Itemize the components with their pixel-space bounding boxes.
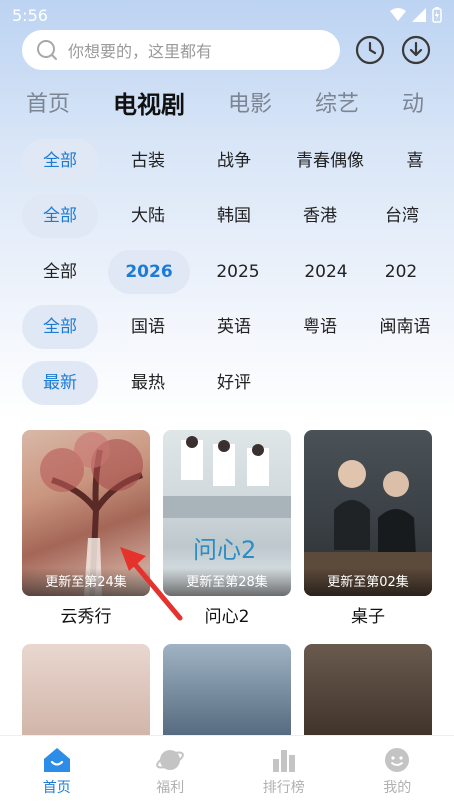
planet-icon [156,749,185,770]
drama-card[interactable] [163,644,291,744]
poster-image: 更新至第24集 [22,430,150,596]
filter-chip[interactable]: 大陆 [98,194,198,238]
filter-chip[interactable]: 全部 [22,139,98,183]
language-filter-row: 全部 国语 英语 粤语 闽南语 [22,305,440,349]
drama-card[interactable]: 问心2 更新至第28集 问心2 [163,430,291,627]
year-filter-row: 全部 2026 2025 2024 202 [22,250,436,294]
nav-profile-label: 我的 [383,779,412,796]
update-label: 更新至第28集 [163,568,291,596]
poster-image [163,644,291,744]
svg-text:问心2: 问心2 [193,536,256,564]
battery-icon [432,7,442,23]
drama-card[interactable]: 更新至第02集 桌子 [304,430,432,627]
search-row: 你想要的，这里都有 [22,30,440,70]
sort-filter-row: 最新 最热 好评 [22,361,270,405]
nav-welfare-label: 福利 [156,779,185,796]
filter-chip[interactable]: 战争 [198,139,270,183]
nav-ranking[interactable]: 排行榜 [234,747,334,797]
filter-chip[interactable]: 全部 [22,250,98,294]
filter-chip[interactable]: 好评 [198,361,270,405]
filter-chip[interactable]: 台湾 [370,194,434,238]
wifi-icon [390,8,406,21]
filter-chip[interactable]: 闽南语 [370,305,440,349]
drama-card[interactable] [304,644,432,744]
drama-card[interactable]: 更新至第24集 云秀行 [22,430,150,627]
home-icon [43,747,70,772]
search-placeholder: 你想要的，这里都有 [68,42,213,61]
drama-title: 云秀行 [60,607,112,627]
history-button[interactable] [354,30,386,70]
nav-profile[interactable]: 我的 [347,747,447,797]
filter-chip[interactable]: 全部 [22,305,98,349]
drama-title: 问心2 [204,607,250,627]
tab-variety[interactable]: 综艺 [315,86,359,118]
genre-filter-row: 全部 古装 战争 青春偶像 喜 [22,139,440,183]
drama-title: 桌子 [351,607,385,627]
filter-chip[interactable]: 2024 [286,250,366,294]
filter-chip[interactable]: 英语 [198,305,270,349]
filter-chip[interactable]: 2025 [190,250,286,294]
filter-chip[interactable]: 喜 [390,139,440,183]
tab-tv-series[interactable]: 电视剧 [113,85,185,120]
filter-chip[interactable]: 2026 [108,250,190,294]
bar-chart-icon [272,749,295,772]
filter-chip[interactable]: 最新 [22,361,98,405]
region-filter-row: 全部 大陆 韩国 香港 台湾 [22,194,434,238]
tab-movies[interactable]: 电影 [228,86,272,118]
status-icons [390,7,442,23]
clock-icon [355,35,385,65]
nav-welfare[interactable]: 福利 [120,747,220,797]
poster-image: 问心2 更新至第28集 [163,430,291,596]
update-label: 更新至第24集 [22,568,150,596]
category-tabs: 首页 电视剧 电影 综艺 动 [26,82,454,122]
filter-chip[interactable]: 青春偶像 [270,139,390,183]
nav-home-label: 首页 [42,779,71,796]
filter-chip[interactable]: 最热 [98,361,198,405]
filter-chip[interactable]: 国语 [98,305,198,349]
filter-chip[interactable]: 202 [366,250,436,294]
filter-chip[interactable]: 古装 [98,139,198,183]
filter-chip[interactable]: 全部 [22,194,98,238]
status-bar: 5:56 [0,0,454,30]
nav-home[interactable]: 首页 [7,747,107,797]
poster-image [22,644,150,744]
filter-chip[interactable]: 粤语 [270,305,370,349]
tab-home[interactable]: 首页 [26,86,70,118]
nav-ranking-label: 排行榜 [262,779,305,796]
status-time: 5:56 [12,5,48,25]
poster-image: 更新至第02集 [304,430,432,596]
download-button[interactable] [400,30,432,70]
poster-image [304,644,432,744]
download-icon [401,35,431,65]
tab-anime[interactable]: 动 [402,86,424,118]
bottom-nav: 首页 福利 排行榜 我的 [0,735,454,807]
search-icon [37,40,57,60]
filter-chip[interactable]: 香港 [270,194,370,238]
search-input[interactable]: 你想要的，这里都有 [22,30,340,70]
smiley-icon [385,747,410,772]
update-label: 更新至第02集 [304,568,432,596]
drama-card[interactable] [22,644,150,744]
filter-chip[interactable]: 韩国 [198,194,270,238]
signal-icon [412,8,426,22]
